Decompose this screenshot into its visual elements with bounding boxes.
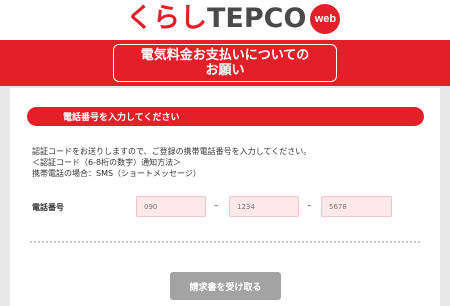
instruction-line: ＜認証コード（6-8桁の数字）通知方法＞ [32, 158, 182, 167]
phone-part3-input[interactable] [321, 196, 392, 217]
logo-main: TEPCO [207, 3, 307, 34]
brand-logo[interactable]: くらしTEPCO web [126, 4, 341, 34]
divider [30, 241, 420, 243]
page-title: 電気料金お支払いについての お願い [140, 48, 310, 78]
phone-separator: – [214, 201, 219, 211]
logo-wordmark: くらしTEPCO [126, 4, 306, 34]
phone-separator: – [307, 201, 312, 211]
site-header: くらしTEPCO web [0, 0, 450, 40]
page-title-box: 電気料金お支払いについての お願い [113, 44, 337, 82]
phone-part1-input[interactable] [136, 196, 206, 217]
section-heading-bar: 電話番号を入力してください [27, 107, 424, 126]
phone-part2-input[interactable] [229, 196, 299, 217]
logo-prefix: くらし [126, 3, 207, 34]
logo-web-badge: web [310, 4, 341, 34]
instruction-line: 携帯電話の場合：SMS（ショートメッセージ） [32, 169, 201, 178]
submit-button[interactable]: 請求書を受け取る [170, 272, 281, 300]
instruction-line: 認証コードをお送りしますので、ご登録の携帯電話番号を入力してください。 [32, 147, 312, 156]
instructions-text: 認証コードをお送りしますので、ご登録の携帯電話番号を入力してください。 ＜認証コ… [32, 146, 432, 179]
phone-label: 電話番号 [32, 203, 64, 212]
section-heading: 電話番号を入力してください [63, 113, 180, 123]
